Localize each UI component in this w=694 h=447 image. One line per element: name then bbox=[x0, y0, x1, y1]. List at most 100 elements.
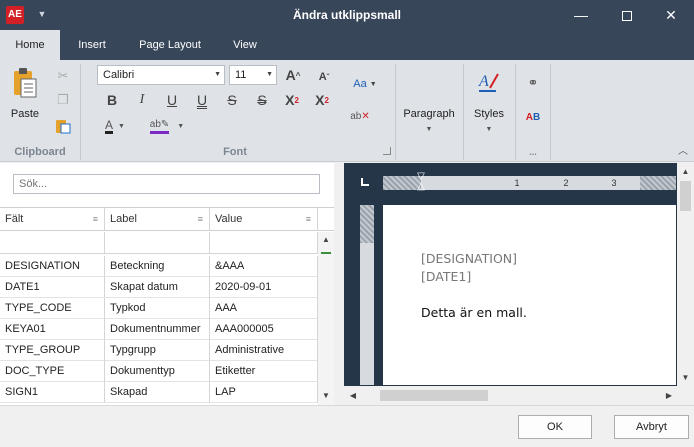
scroll-down-icon[interactable]: ▼ bbox=[318, 389, 334, 403]
ruler-margin bbox=[640, 176, 676, 190]
search-input[interactable] bbox=[13, 174, 320, 194]
field-cell[interactable]: TYPE_GROUP bbox=[0, 340, 105, 361]
column-header-label[interactable]: Label ≡ bbox=[105, 207, 210, 231]
value-cell[interactable]: 2020-09-01 bbox=[210, 277, 318, 298]
divider bbox=[395, 64, 396, 160]
ruler-number: 1 bbox=[514, 178, 520, 188]
paste-special-icon[interactable] bbox=[54, 117, 72, 135]
field-cell[interactable]: TYPE_CODE bbox=[0, 298, 105, 319]
field-cell[interactable]: DESIGNATION bbox=[0, 256, 105, 277]
shrink-font-icon[interactable]: Aˇ bbox=[313, 66, 335, 88]
scroll-left-icon[interactable]: ◀ bbox=[346, 389, 360, 403]
value-cell[interactable]: LAP bbox=[210, 382, 318, 403]
italic-icon[interactable]: I bbox=[131, 89, 153, 111]
filter-cell[interactable] bbox=[210, 232, 318, 254]
tab-stop-selector-icon[interactable] bbox=[361, 178, 369, 186]
ruler-number: 2 bbox=[563, 178, 569, 188]
styles-button[interactable]: Styles bbox=[470, 108, 508, 124]
clear-formatting-icon[interactable]: ab ✕ bbox=[349, 108, 371, 124]
scroll-thumb[interactable] bbox=[680, 181, 691, 211]
double-strikethrough-icon[interactable]: S bbox=[251, 89, 273, 111]
minimize-button[interactable]: — bbox=[558, 0, 604, 30]
column-header-field[interactable]: Fält ≡ bbox=[0, 207, 105, 231]
cut-icon[interactable]: ✂ bbox=[54, 68, 72, 84]
table-row[interactable]: DESIGNATION Beteckning &AAA bbox=[0, 256, 318, 277]
label-cell[interactable]: Typkod bbox=[105, 298, 210, 319]
font-family-combo[interactable]: Calibri ▼ bbox=[97, 65, 225, 85]
double-underline-icon[interactable]: U bbox=[191, 89, 213, 111]
scroll-up-icon[interactable]: ▲ bbox=[318, 232, 334, 248]
paste-label[interactable]: Paste bbox=[6, 108, 44, 124]
label-cell[interactable]: Skapat datum bbox=[105, 277, 210, 298]
bold-icon[interactable]: B bbox=[101, 89, 123, 111]
field-cell[interactable]: DOC_TYPE bbox=[0, 361, 105, 382]
panel-splitter[interactable] bbox=[334, 163, 344, 405]
change-case-icon[interactable]: Aa ▼ bbox=[349, 76, 381, 92]
scroll-thumb[interactable] bbox=[380, 390, 488, 401]
tab-home[interactable]: Home bbox=[0, 30, 60, 60]
font-size-combo[interactable]: 11 ▼ bbox=[229, 65, 277, 85]
table-row[interactable]: TYPE_CODE Typkod AAA bbox=[0, 298, 318, 319]
filter-cell[interactable] bbox=[0, 232, 105, 254]
field-cell[interactable]: DATE1 bbox=[0, 277, 105, 298]
superscript-icon[interactable]: X2 bbox=[281, 89, 303, 111]
tab-page-layout[interactable]: Page Layout bbox=[126, 30, 214, 60]
tab-insert[interactable]: Insert bbox=[62, 30, 122, 60]
label-cell[interactable]: Dokumentnummer bbox=[105, 319, 210, 340]
value-cell[interactable]: &AAA bbox=[210, 256, 318, 277]
copy-icon[interactable]: ❐ bbox=[54, 92, 72, 108]
paste-icon[interactable] bbox=[10, 66, 40, 100]
table-row[interactable]: KEYA01 Dokumentnummer AAA000005 bbox=[0, 319, 318, 340]
label-cell[interactable]: Typgrupp bbox=[105, 340, 210, 361]
replace-icon[interactable]: AB bbox=[523, 108, 543, 126]
font-family-value: Calibri bbox=[103, 69, 135, 81]
grid-scrollbar[interactable] bbox=[318, 232, 334, 405]
label-cell[interactable]: Dokumenttyp bbox=[105, 361, 210, 382]
ok-button[interactable]: OK bbox=[518, 415, 592, 439]
table-row[interactable]: DOC_TYPE Dokumenttyp Etiketter bbox=[0, 361, 318, 382]
column-header-label: Fält bbox=[5, 213, 24, 225]
table-row[interactable]: SIGN1 Skapad LAP bbox=[0, 382, 318, 403]
column-header-value[interactable]: Value ≡ bbox=[210, 207, 318, 231]
styles-icon[interactable]: A bbox=[476, 70, 502, 94]
scroll-position-marker bbox=[321, 252, 331, 254]
label-cell[interactable]: Beteckning bbox=[105, 256, 210, 277]
table-row[interactable]: TYPE_GROUP Typgrupp Administrative bbox=[0, 340, 318, 361]
scroll-down-icon[interactable]: ▼ bbox=[677, 371, 694, 385]
dialog-launcher-icon[interactable] bbox=[383, 147, 391, 155]
find-icon[interactable]: ⚭ bbox=[523, 74, 543, 92]
value-cell[interactable]: AAA000005 bbox=[210, 319, 318, 340]
paragraph-button[interactable]: Paragraph bbox=[398, 108, 460, 124]
more-label[interactable]: ... bbox=[516, 145, 550, 159]
field-cell[interactable]: KEYA01 bbox=[0, 319, 105, 340]
document-line: [DESIGNATION] bbox=[421, 251, 518, 266]
column-header-label: Value bbox=[215, 213, 243, 225]
strikethrough-icon[interactable]: S bbox=[221, 89, 243, 111]
font-color-icon[interactable]: A ▼ bbox=[100, 116, 130, 136]
grow-font-icon[interactable]: A ^ bbox=[282, 64, 304, 86]
value-cell[interactable]: AAA bbox=[210, 298, 318, 319]
chevron-down-icon: ▼ bbox=[425, 125, 433, 133]
grid-body: DESIGNATION Beteckning &AAA DATE1 Skapat dat… bbox=[0, 256, 318, 405]
maximize-button[interactable] bbox=[604, 0, 650, 30]
subscript-icon[interactable]: X2 bbox=[311, 89, 333, 111]
table-row[interactable]: DATE1 Skapat datum 2020-09-01 bbox=[0, 277, 318, 298]
horizontal-ruler[interactable] bbox=[383, 176, 676, 190]
scroll-up-icon[interactable]: ▲ bbox=[677, 165, 694, 179]
close-button[interactable]: ✕ bbox=[648, 0, 694, 30]
value-cell[interactable]: Etiketter bbox=[210, 361, 318, 382]
cancel-button[interactable]: Avbryt bbox=[614, 415, 689, 439]
document-line: [DATE1] bbox=[421, 269, 472, 284]
indent-marker-icon[interactable]: ▽ △ bbox=[416, 172, 426, 194]
filter-cell[interactable] bbox=[105, 232, 210, 254]
document-page[interactable] bbox=[383, 205, 676, 385]
underline-icon[interactable]: U bbox=[161, 89, 183, 111]
collapse-ribbon-icon[interactable]: ︿ bbox=[677, 143, 689, 157]
label-cell[interactable]: Skapad bbox=[105, 382, 210, 403]
field-cell[interactable]: SIGN1 bbox=[0, 382, 105, 403]
tab-view[interactable]: View bbox=[218, 30, 272, 60]
scroll-right-icon[interactable]: ▶ bbox=[662, 389, 676, 403]
value-cell[interactable]: Administrative bbox=[210, 340, 318, 361]
ruler-margin bbox=[360, 205, 374, 243]
highlight-color-icon[interactable]: ab✎ ▼ bbox=[147, 116, 187, 136]
